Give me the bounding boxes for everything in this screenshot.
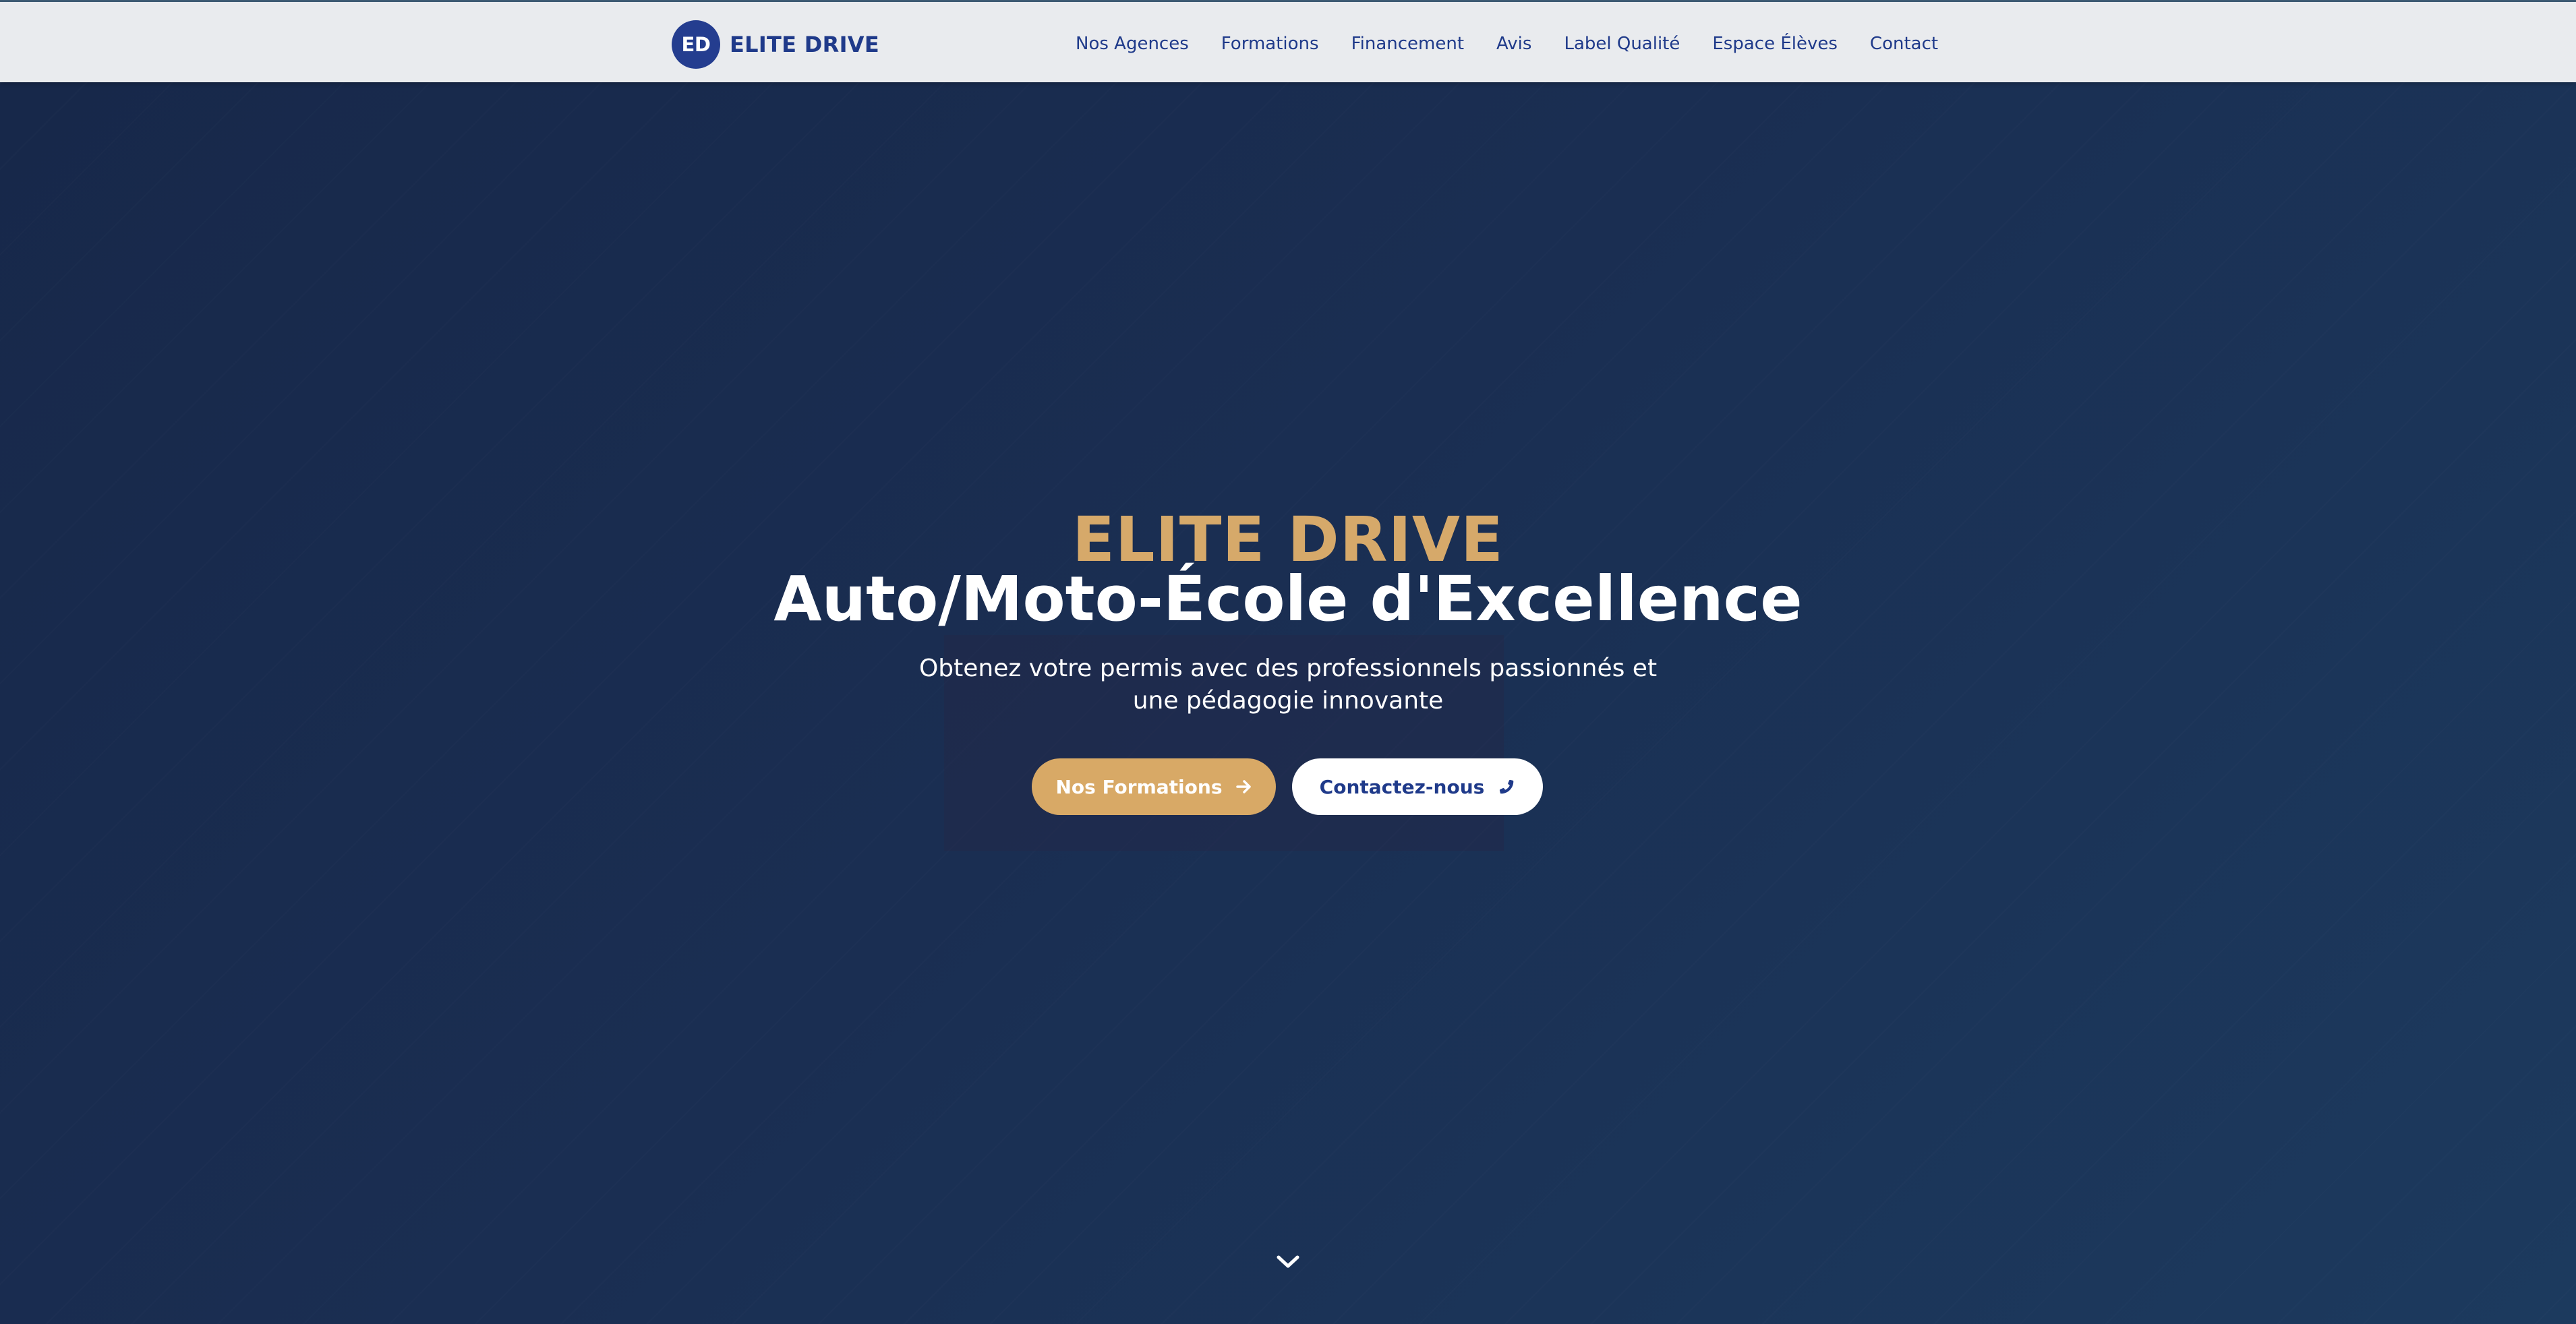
hero-subtitle: Obtenez votre permis avec des profession…	[918, 655, 1658, 715]
nav-link-contact[interactable]: Contact	[1870, 34, 1938, 54]
nav-link-espace-eleves[interactable]: Espace Élèves	[1712, 34, 1838, 54]
nav-link-agences[interactable]: Nos Agences	[1076, 34, 1189, 54]
nav-link-financement[interactable]: Financement	[1351, 34, 1464, 54]
logo[interactable]: ED ELITE DRIVE	[672, 20, 879, 69]
nos-formations-label: Nos Formations	[1055, 775, 1223, 798]
arrow-right-icon	[1235, 779, 1252, 794]
main-nav: Nos Agences Formations Financement Avis …	[1076, 30, 1938, 57]
site-header: ED ELITE DRIVE Nos Agences Formations Fi…	[0, 0, 2576, 82]
nos-formations-button[interactable]: Nos Formations	[1032, 758, 1276, 815]
logo-badge: ED	[672, 20, 720, 69]
contactez-nous-button[interactable]: Contactez-nous	[1292, 758, 1543, 815]
hero-title: Auto/Moto-École d'Excellence	[773, 563, 1803, 635]
phone-icon	[1498, 778, 1515, 795]
nav-link-formations[interactable]: Formations	[1221, 34, 1319, 54]
contactez-nous-label: Contactez-nous	[1319, 775, 1485, 798]
nav-link-avis[interactable]: Avis	[1496, 34, 1531, 54]
chevron-down-icon[interactable]	[1273, 1250, 1303, 1274]
logo-text: ELITE DRIVE	[730, 32, 880, 57]
nav-link-label-qualite[interactable]: Label Qualité	[1564, 34, 1680, 54]
